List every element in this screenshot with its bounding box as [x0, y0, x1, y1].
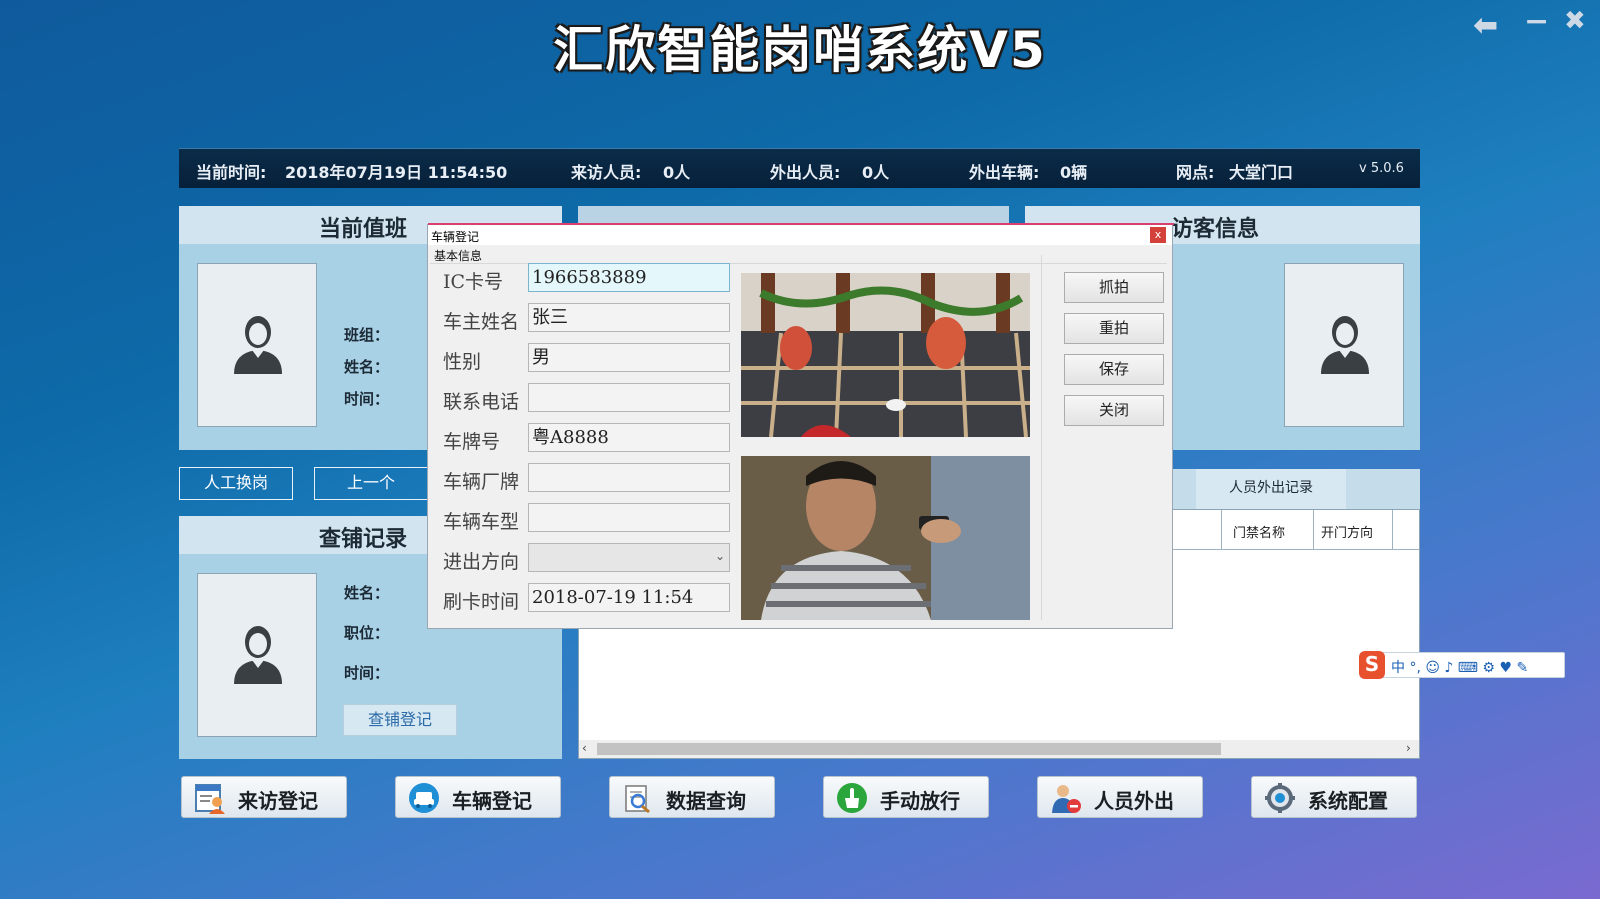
manual-shift-button[interactable]: 人工换岗 — [179, 467, 293, 500]
group-basic-info: 基本信息 — [434, 249, 483, 263]
data-query-icon — [625, 785, 650, 814]
vehicle-register-button[interactable]: 车辆登记 — [395, 776, 561, 818]
vehicle-register-icon — [409, 783, 439, 813]
person-exit-label: 人员外出 — [1094, 789, 1174, 813]
version-text: v 5.0.6 — [1359, 161, 1404, 176]
time-value: 2018年07月19日 11:54:50 — [285, 163, 508, 182]
direction-label: 进出方向 — [443, 551, 520, 573]
out-vehicles-label: 外出车辆: — [969, 163, 1040, 182]
check-register-button[interactable]: 查铺登记 — [343, 704, 457, 736]
scroll-right-icon[interactable]: › — [1406, 741, 1411, 755]
duty-field-time: 时间： — [344, 390, 390, 408]
visitor-register-icon — [195, 784, 225, 814]
duty-field-group: 班组： — [344, 326, 390, 344]
ime-logo-icon[interactable]: S — [1359, 651, 1385, 679]
out-persons-value: 0人 — [862, 163, 890, 182]
vehicle-model-label: 车辆车型 — [443, 511, 520, 533]
duty-panel-title: 当前值班 — [319, 217, 408, 242]
visitor-photo — [1284, 263, 1404, 427]
recapture-button[interactable]: 重拍 — [1064, 313, 1164, 344]
manual-release-label: 手动放行 — [880, 789, 960, 813]
person-avatar-icon — [234, 316, 282, 374]
ic-card-label: IC卡号 — [443, 271, 504, 293]
column-header-door-name[interactable]: 门禁名称 — [1233, 522, 1285, 541]
chevron-down-icon[interactable]: ⌄ — [715, 544, 725, 569]
scrollbar-thumb[interactable] — [597, 743, 1221, 755]
time-label: 当前时间: — [196, 163, 267, 182]
ime-toolbar[interactable]: S 中 °, ☺ ♪ ⌨ ⚙ ♥ ✎ — [1359, 651, 1565, 679]
minimize-icon[interactable]: − — [1524, 4, 1549, 39]
visitor-panel-title: 访客信息 — [1171, 217, 1260, 242]
vehicle-snapshot-scene — [741, 273, 1030, 437]
vehicle-snapshot-image — [741, 273, 1030, 437]
horizontal-scrollbar[interactable]: ‹ › — [579, 740, 1419, 758]
check-field-time: 时间： — [344, 664, 390, 682]
status-bar: 当前时间: 2018年07月19日 11:54:50 来访人员: 0人 外出人员… — [179, 148, 1420, 188]
data-query-button[interactable]: 数据查询 — [609, 776, 775, 818]
vehicle-model-input[interactable] — [528, 503, 730, 532]
out-persons-label: 外出人员: — [770, 163, 841, 182]
vehicle-register-label: 车辆登记 — [452, 789, 532, 813]
vehicle-brand-input[interactable] — [528, 463, 730, 492]
owner-name-label: 车主姓名 — [443, 311, 520, 333]
scroll-left-icon[interactable]: ‹ — [582, 741, 587, 755]
dialog-titlebar: 车辆登记 x — [428, 225, 1172, 245]
check-field-name: 姓名： — [344, 584, 390, 602]
manual-release-button[interactable]: 手动放行 — [823, 776, 989, 818]
column-header-open-direction[interactable]: 开门方向 — [1321, 522, 1373, 541]
person-exit-button[interactable]: 人员外出 — [1037, 776, 1203, 818]
owner-name-input[interactable]: 张三 — [528, 303, 730, 332]
direction-select[interactable]: ⌄ — [528, 543, 730, 572]
person-snapshot-image — [741, 456, 1030, 620]
swipe-time-input[interactable]: 2018-07-19 11:54 — [528, 583, 730, 612]
app-title: 汇欣智能岗哨系统V5 — [553, 21, 1047, 79]
person-avatar-icon — [1321, 316, 1369, 374]
ic-card-input[interactable]: 1966583889 — [528, 263, 730, 292]
dialog-title: 车辆登记 — [431, 230, 480, 244]
visitors-value: 0人 — [663, 163, 691, 182]
site-value: 大堂门口 — [1229, 163, 1294, 182]
dialog-close-icon[interactable]: x — [1150, 227, 1166, 243]
ime-toolbar-icons[interactable]: 中 °, ☺ ♪ ⌨ ⚙ ♥ ✎ — [1391, 657, 1528, 677]
previous-button[interactable]: 上一个 — [314, 467, 428, 500]
check-photo — [197, 573, 317, 737]
close-icon[interactable]: ✖ — [1564, 6, 1586, 36]
check-field-position: 职位： — [344, 624, 390, 642]
site-label: 网点: — [1176, 163, 1215, 182]
gender-input[interactable]: 男 — [528, 343, 730, 372]
check-panel-title: 查铺记录 — [319, 527, 408, 552]
tab-person-exit-records[interactable]: 人员外出记录 — [1196, 469, 1346, 509]
duty-photo — [197, 263, 317, 427]
plate-input[interactable]: 粤A8888 — [528, 423, 730, 452]
manual-release-icon — [837, 783, 867, 813]
vehicle-brand-label: 车辆厂牌 — [443, 471, 520, 493]
system-config-button[interactable]: 系统配置 — [1251, 776, 1417, 818]
gender-label: 性别 — [443, 351, 482, 373]
phone-label: 联系电话 — [443, 391, 520, 413]
save-button[interactable]: 保存 — [1064, 354, 1164, 385]
phone-input[interactable] — [528, 383, 730, 412]
person-avatar-icon — [234, 626, 282, 684]
swipe-time-label: 刷卡时间 — [443, 591, 520, 613]
person-exit-icon — [1052, 785, 1081, 813]
duty-field-name: 姓名： — [344, 358, 390, 376]
out-vehicles-value: 0辆 — [1060, 163, 1088, 182]
person-snapshot-scene — [741, 456, 1030, 620]
system-config-icon — [1265, 783, 1295, 813]
close-button[interactable]: 关闭 — [1064, 395, 1164, 426]
data-query-label: 数据查询 — [666, 789, 746, 813]
plate-label: 车牌号 — [443, 431, 501, 453]
capture-button[interactable]: 抓拍 — [1064, 272, 1164, 303]
visitors-label: 来访人员: — [571, 163, 642, 182]
vehicle-register-dialog: 车辆登记 x 基本信息 IC卡号 1966583889 车主姓名 张三 性别 男… — [427, 223, 1174, 629]
visitor-register-label: 来访登记 — [238, 789, 318, 813]
system-config-label: 系统配置 — [1308, 789, 1388, 813]
visitor-register-button[interactable]: 来访登记 — [181, 776, 347, 818]
back-icon[interactable]: ⬅ — [1473, 8, 1498, 43]
